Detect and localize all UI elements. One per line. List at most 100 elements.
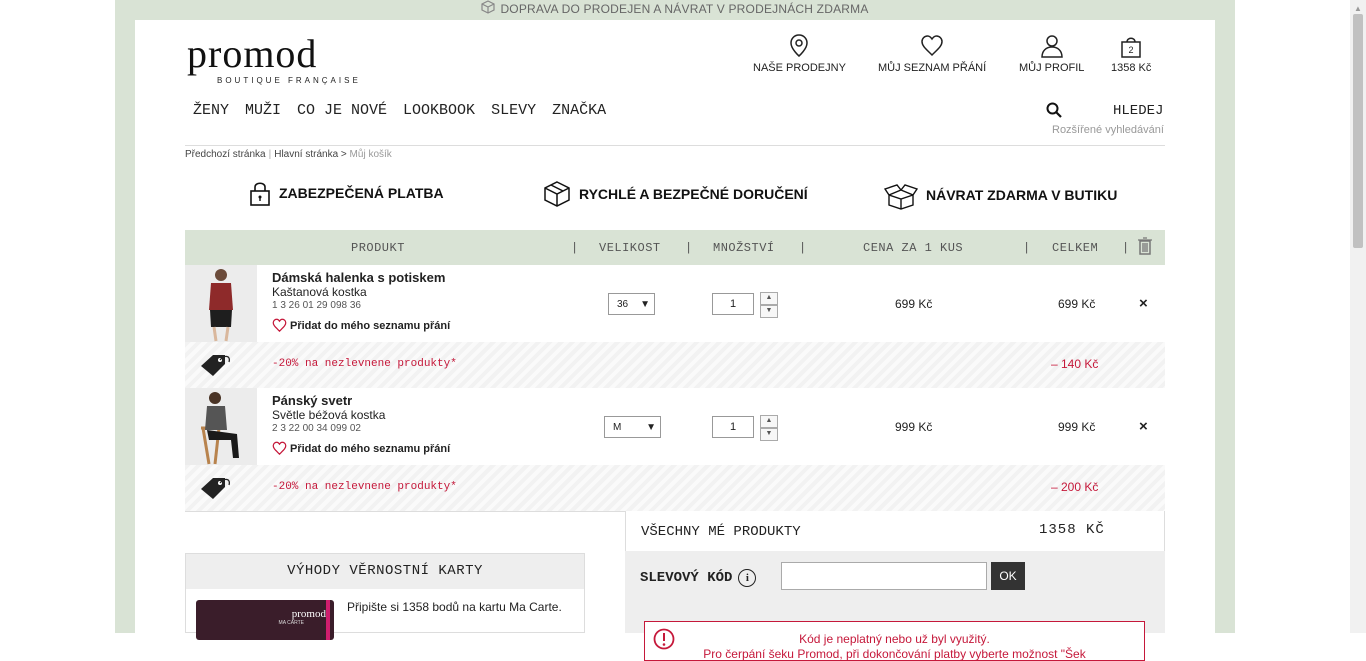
quantity-up-button[interactable]: ▲ (760, 292, 778, 305)
page-content: promod BOUTIQUE FRANÇAISE NAŠE PRODEJNY … (135, 20, 1215, 661)
nav-sale[interactable]: SLEVY (491, 102, 536, 119)
header-divider (185, 145, 1165, 146)
breadcrumb-home[interactable]: Hlavní stránka (274, 149, 338, 160)
user-icon (1040, 35, 1063, 58)
cart-table-header: PRODUKT | VELIKOST | MNOŽSTVÍ | CENA ZA … (185, 230, 1165, 265)
product-color: Světle béžová kostka (272, 408, 386, 422)
package-icon (544, 181, 570, 207)
col-unit-price: CENA ZA 1 KUS (863, 241, 964, 255)
discount-row: -20% na nezlevnene produkty* – 200 Kč (185, 465, 1165, 511)
discount-row: -20% na nezlevnene produkty* – 140 Kč (185, 342, 1165, 388)
scrollbar-thumb[interactable] (1353, 14, 1363, 248)
feature-secure-payment: ZABEZPEČENÁ PLATBA (249, 180, 444, 206)
loyalty-title: VÝHODY VĚRNOSTNÍ KARTY (186, 554, 584, 589)
coupon-error-message: Kód je neplatný nebo už byl využitý. Pro… (644, 621, 1145, 661)
breadcrumb-back[interactable]: Předchozí stránka (185, 149, 266, 160)
wishlist-link[interactable]: MŮJ SEZNAM PŘÁNÍ (878, 34, 986, 74)
logo-tagline: BOUTIQUE FRANÇAISE (217, 76, 361, 85)
loyalty-card-panel: VÝHODY VĚRNOSTNÍ KARTY promod MA CARTE P… (185, 553, 585, 640)
add-to-wishlist-link[interactable]: Přidat do mého seznamu přání (272, 318, 450, 333)
product-name[interactable]: Dámská halenka s potiskem (272, 270, 445, 285)
shipping-banner: DOPRAVA DO PRODEJEN A NÁVRAT V PRODEJNÁC… (115, 0, 1235, 20)
line-total: 999 Kč (1058, 420, 1096, 434)
order-summary: VŠECHNY MÉ PRODUKTY 1358 KČ SLEVOVÝ KÓD … (625, 511, 1165, 661)
remove-item-button[interactable]: × (1139, 418, 1148, 435)
summary-label: VŠECHNY MÉ PRODUKTY (641, 524, 801, 540)
col-total: CELKEM (1052, 241, 1099, 255)
loyalty-card-image: promod MA CARTE (196, 600, 334, 640)
product-color: Kaštanová kostka (272, 285, 367, 299)
apply-coupon-button[interactable]: OK (991, 562, 1025, 590)
col-size: VELIKOST (599, 241, 661, 255)
discount-text: -20% na nezlevnene produkty* (272, 358, 457, 370)
cart-link[interactable]: 2 1358 Kč (1111, 34, 1151, 74)
nav-men[interactable]: MUŽI (245, 102, 281, 119)
size-select[interactable]: 36 ▼ (608, 293, 655, 315)
heart-icon (921, 35, 943, 57)
chevron-down-icon: ▼ (640, 299, 650, 310)
quantity-down-button[interactable]: ▼ (760, 428, 778, 441)
open-box-icon (884, 184, 918, 210)
breadcrumb: Předchozí stránka | Hlavní stránka > Můj k… (185, 149, 392, 160)
promod-logo[interactable]: promod (187, 34, 317, 74)
product-name[interactable]: Pánský svetr (272, 393, 352, 408)
stores-link[interactable]: NAŠE PRODEJNY (753, 34, 846, 74)
feature-free-return: NÁVRAT ZDARMA V BUTIKU (884, 180, 1117, 210)
col-product: PRODUKT (351, 241, 405, 255)
location-pin-icon (790, 34, 809, 57)
price-tag-icon (199, 352, 233, 383)
col-qty: MNOŽSTVÍ (713, 241, 775, 255)
box-icon (481, 0, 496, 19)
padlock-icon (250, 182, 270, 206)
cart-count: 2 (1129, 45, 1134, 55)
nav-brand[interactable]: ZNAČKA (552, 102, 606, 119)
heart-outline-icon (272, 441, 287, 456)
unit-price: 699 Kč (895, 297, 933, 311)
quantity-input[interactable]: 1 (712, 293, 754, 315)
coupon-label: SLEVOVÝ KÓD i (640, 569, 757, 587)
discount-text: -20% na nezlevnene produkty* (272, 481, 457, 493)
info-icon[interactable]: i (738, 569, 757, 587)
summary-products-row: VŠECHNY MÉ PRODUKTY 1358 KČ (625, 511, 1165, 551)
product-image[interactable] (185, 388, 257, 465)
search-icon[interactable] (1046, 102, 1062, 123)
loyalty-text: Připište si 1358 bodů na kartu Ma Carte. (347, 600, 562, 614)
discount-amount: – 200 Kč (1051, 480, 1099, 494)
product-ref: 2 3 22 00 34 099 02 (272, 423, 361, 434)
quantity-stepper: ▲ ▼ (760, 292, 778, 318)
quantity-down-button[interactable]: ▼ (760, 305, 778, 318)
nav-women[interactable]: ŽENY (193, 102, 229, 119)
discount-amount: – 140 Kč (1051, 357, 1099, 371)
nav-new[interactable]: CO JE NOVÉ (297, 102, 387, 119)
cart-item-row: Pánský svetr Světle béžová kostka 2 3 22… (185, 388, 1165, 465)
quantity-stepper: ▲ ▼ (760, 415, 778, 441)
cart-item-row: Dámská halenka s potiskem Kaštanová kost… (185, 265, 1165, 342)
add-to-wishlist-link[interactable]: Přidat do mého seznamu přání (272, 441, 450, 456)
shopping-bag-icon: 2 (1121, 37, 1141, 58)
trash-icon[interactable] (1138, 237, 1152, 259)
site-frame: DOPRAVA DO PRODEJEN A NÁVRAT V PRODEJNÁC… (115, 0, 1235, 661)
profile-link[interactable]: MŮJ PROFIL (1019, 34, 1084, 74)
summary-total: 1358 KČ (1039, 522, 1105, 538)
chevron-down-icon: ▼ (646, 422, 656, 433)
remove-item-button[interactable]: × (1139, 295, 1148, 312)
product-image[interactable] (185, 265, 257, 342)
feature-fast-delivery: RYCHLÉ A BEZPEČNÉ DORUČENÍ (543, 180, 808, 208)
breadcrumb-current: Můj košík (349, 149, 392, 160)
size-select[interactable]: M ▼ (604, 416, 661, 438)
coupon-input[interactable] (781, 562, 987, 590)
price-tag-icon (199, 475, 233, 506)
search-button[interactable]: HLEDEJ (1113, 103, 1163, 119)
quantity-up-button[interactable]: ▲ (760, 415, 778, 428)
page-margin-left (0, 0, 115, 633)
main-nav: ŽENY MUŽI CO JE NOVÉ LOOKBOOK SLEVY ZNAČKA (193, 102, 622, 119)
quantity-input[interactable]: 1 (712, 416, 754, 438)
scroll-up-icon[interactable]: ▲ (1354, 4, 1362, 13)
product-ref: 1 3 26 01 29 098 36 (272, 300, 361, 311)
advanced-search-link[interactable]: Rozšířené vyhledávání (1052, 124, 1164, 136)
line-total: 699 Kč (1058, 297, 1096, 311)
nav-lookbook[interactable]: LOOKBOOK (403, 102, 475, 119)
unit-price: 999 Kč (895, 420, 933, 434)
page-scrollbar[interactable]: ▲ (1350, 0, 1366, 633)
heart-outline-icon (272, 318, 287, 333)
